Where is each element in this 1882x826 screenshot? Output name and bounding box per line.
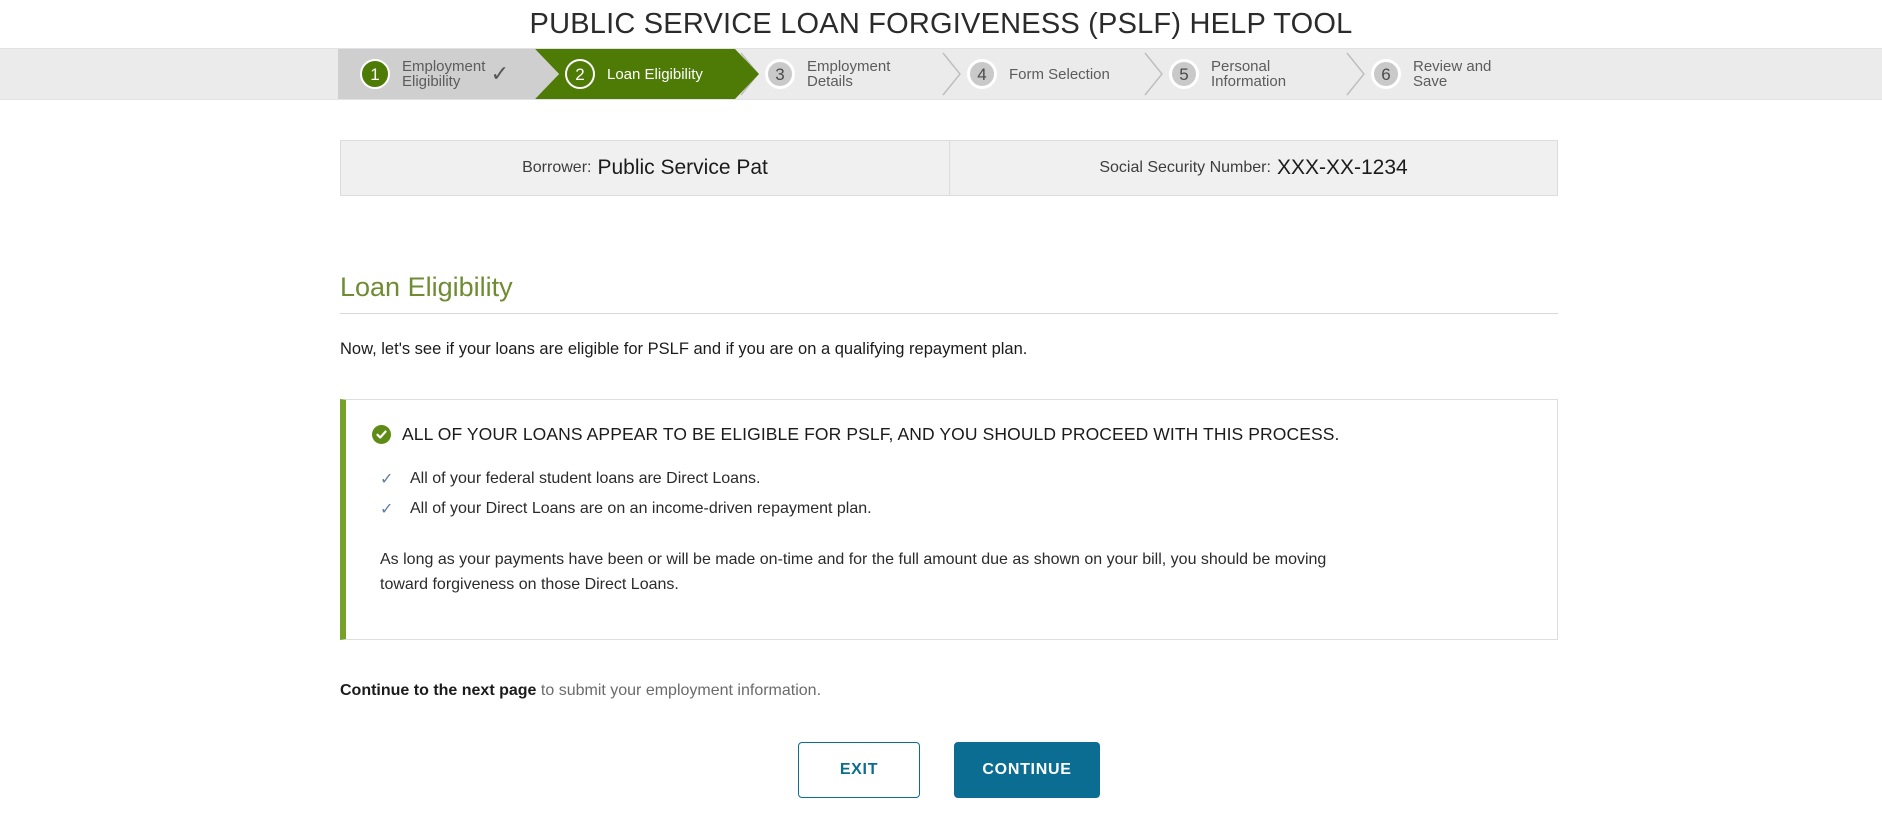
check-circle-icon — [372, 425, 391, 444]
step-6-review-and-save[interactable]: 6 Review and Save — [1341, 49, 1521, 99]
step-6-number: 6 — [1371, 59, 1401, 89]
step-1-employment-eligibility[interactable]: 1 Employment Eligibility ✓ — [338, 49, 559, 99]
ssn-value: XXX-XX-1234 — [1276, 156, 1408, 179]
intro-text: Now, let's see if your loans are eligibl… — [340, 340, 1028, 358]
stepper-track: 1 Employment Eligibility ✓ 2 Loan Eligib… — [338, 49, 1521, 99]
step-1-number: 1 — [360, 59, 390, 89]
step-3-label: Employment Details — [807, 58, 891, 90]
borrower-label: Borrower: — [522, 159, 592, 176]
ssn-label: Social Security Number: — [1099, 159, 1271, 176]
step-3-number: 3 — [765, 59, 795, 89]
eligibility-callout: ALL OF YOUR LOANS APPEAR TO BE ELIGIBLE … — [340, 399, 1558, 640]
step-2-number: 2 — [565, 59, 595, 89]
section-heading: Loan Eligibility — [340, 272, 1558, 314]
list-item-label: All of your federal student loans are Di… — [410, 470, 761, 487]
progress-stepper: 1 Employment Eligibility ✓ 2 Loan Eligib… — [0, 48, 1882, 100]
chevron-right-icon — [1345, 49, 1367, 99]
step-3-employment-details[interactable]: 3 Employment Details — [735, 49, 937, 99]
continue-hint-text: Continue to the next page to submit your… — [340, 682, 1558, 700]
ssn-cell: Social Security Number: XXX-XX-1234 — [949, 141, 1557, 195]
eligibility-reason-list: ✓ All of your federal student loans are … — [372, 465, 1531, 525]
step-5-personal-information[interactable]: 5 Personal Information — [1139, 49, 1341, 99]
app-header: PUBLIC SERVICE LOAN FORGIVENESS (PSLF) H… — [0, 0, 1882, 48]
action-button-row: EXIT CONTINUE — [340, 742, 1558, 798]
check-icon: ✓ — [380, 471, 394, 488]
step-5-number: 5 — [1169, 59, 1199, 89]
page-body: Borrower: Public Service Pat Social Secu… — [340, 140, 1558, 798]
check-icon: ✓ — [380, 501, 394, 518]
step-2-label: Loan Eligibility — [607, 65, 703, 83]
step-4-form-selection[interactable]: 4 Form Selection — [937, 49, 1139, 99]
callout-header: ALL OF YOUR LOANS APPEAR TO BE ELIGIBLE … — [372, 424, 1531, 445]
borrower-value: Public Service Pat — [597, 156, 768, 179]
step-1-complete-check-icon: ✓ — [490, 61, 509, 86]
exit-button[interactable]: EXIT — [798, 742, 920, 798]
continue-hint-strong: Continue to the next page — [340, 682, 537, 699]
step-2-loan-eligibility[interactable]: 2 Loan Eligibility — [535, 49, 759, 99]
continue-button[interactable]: CONTINUE — [954, 742, 1100, 798]
list-item-label: All of your Direct Loans are on an incom… — [410, 500, 872, 517]
list-item: ✓ All of your Direct Loans are on an inc… — [372, 495, 1531, 525]
step-4-number: 4 — [967, 59, 997, 89]
list-item: ✓ All of your federal student loans are … — [372, 465, 1531, 495]
callout-title: ALL OF YOUR LOANS APPEAR TO BE ELIGIBLE … — [402, 424, 1340, 444]
step-6-label: Review and Save — [1413, 58, 1492, 90]
step-5-label: Personal Information — [1211, 58, 1287, 90]
borrower-cell: Borrower: Public Service Pat — [341, 141, 949, 195]
step-4-label: Form Selection — [1009, 65, 1110, 83]
page-title: PUBLIC SERVICE LOAN FORGIVENESS (PSLF) H… — [529, 7, 1353, 40]
continue-hint-rest: to submit your employment information. — [536, 682, 822, 699]
borrower-summary-bar: Borrower: Public Service Pat Social Secu… — [340, 140, 1558, 196]
chevron-right-icon — [1143, 49, 1165, 99]
chevron-right-icon — [941, 49, 963, 99]
callout-note: As long as your payments have been or wi… — [380, 551, 1327, 593]
